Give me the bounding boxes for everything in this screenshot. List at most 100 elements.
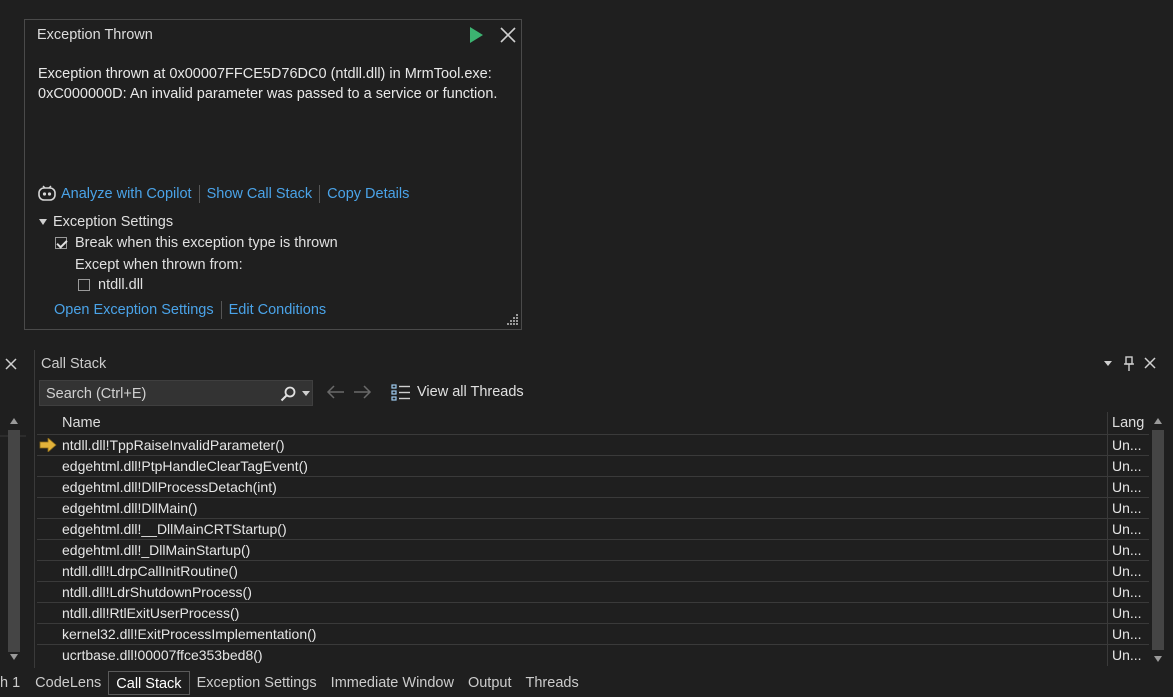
stack-frame-row[interactable]: ntdll.dll!TppRaiseInvalidParameter() Un.… bbox=[37, 434, 1149, 456]
search-input[interactable]: Search (Ctrl+E) bbox=[46, 386, 146, 402]
column-header-lang[interactable]: Lang bbox=[1112, 412, 1144, 434]
bottom-tab-strip: h 1 CodeLens Call Stack Exception Settin… bbox=[0, 668, 1173, 697]
call-stack-title: Call Stack bbox=[41, 356, 107, 372]
pin-icon[interactable] bbox=[1123, 356, 1135, 372]
stack-frame-row[interactable]: kernel32.dll!ExitProcessImplementation()… bbox=[37, 623, 1149, 645]
call-stack-panel: Call Stack Search (Ctrl+E) View all Thre… bbox=[34, 350, 1166, 668]
call-stack-grid: Name Lang ntdll.dll!TppRaiseInvalidParam… bbox=[37, 412, 1149, 666]
frame-language: Un... bbox=[1112, 542, 1142, 558]
frame-language: Un... bbox=[1112, 458, 1142, 474]
stack-frame-row[interactable]: edgehtml.dll!DllProcessDetach(int) Un... bbox=[37, 476, 1149, 498]
frame-name: edgehtml.dll!_DllMainStartup() bbox=[62, 542, 251, 558]
arrow-left-icon[interactable] bbox=[325, 384, 347, 400]
threads-icon bbox=[391, 384, 410, 401]
frame-language: Un... bbox=[1112, 647, 1142, 663]
frame-name: ucrtbase.dll!00007ffce353bed8() bbox=[62, 647, 263, 663]
continue-icon[interactable] bbox=[468, 26, 484, 44]
vertical-scrollbar[interactable] bbox=[1151, 414, 1165, 666]
frame-language: Un... bbox=[1112, 563, 1142, 579]
copy-details-link[interactable]: Copy Details bbox=[327, 186, 409, 202]
tab-fragment[interactable]: h 1 bbox=[0, 671, 28, 695]
show-call-stack-link[interactable]: Show Call Stack bbox=[207, 186, 313, 202]
analyze-with-copilot-link[interactable]: Analyze with Copilot bbox=[61, 186, 192, 202]
current-frame-arrow-icon bbox=[39, 438, 57, 452]
edit-conditions-link[interactable]: Edit Conditions bbox=[229, 302, 327, 318]
view-all-threads-label: View all Threads bbox=[417, 384, 524, 400]
tab-exception-settings[interactable]: Exception Settings bbox=[190, 671, 324, 695]
search-box[interactable]: Search (Ctrl+E) bbox=[39, 380, 313, 406]
divider bbox=[220, 301, 222, 319]
window-options-chevron-icon[interactable] bbox=[1103, 360, 1113, 368]
exception-message-line1: Exception thrown at 0x00007FFCE5D76DC0 (… bbox=[38, 66, 492, 82]
break-when-thrown-option[interactable]: Break when this exception type is thrown bbox=[55, 235, 338, 251]
tab-output[interactable]: Output bbox=[461, 671, 519, 695]
left-panel-close-icon[interactable] bbox=[4, 357, 18, 371]
column-divider bbox=[1107, 498, 1108, 519]
open-exception-settings-link[interactable]: Open Exception Settings bbox=[54, 302, 214, 318]
frame-name: edgehtml.dll!DllMain() bbox=[62, 500, 198, 516]
frame-language: Un... bbox=[1112, 521, 1142, 537]
stack-frame-row[interactable]: edgehtml.dll!_DllMainStartup() Un... bbox=[37, 539, 1149, 561]
column-header-name[interactable]: Name bbox=[62, 412, 101, 434]
exception-message: Exception thrown at 0x00007FFCE5D76DC0 (… bbox=[38, 64, 497, 104]
frame-name: edgehtml.dll!PtpHandleClearTagEvent() bbox=[62, 458, 308, 474]
column-divider bbox=[1107, 435, 1108, 456]
exception-message-line2: 0xC000000D: An invalid parameter was pas… bbox=[38, 86, 498, 102]
search-icon[interactable] bbox=[280, 386, 296, 402]
frame-language: Un... bbox=[1112, 605, 1142, 621]
frame-name: ntdll.dll!LdrpCallInitRoutine() bbox=[62, 563, 238, 579]
break-when-thrown-checkbox[interactable] bbox=[55, 237, 67, 250]
left-panel-scrollbar[interactable] bbox=[0, 410, 26, 666]
close-icon[interactable] bbox=[1143, 356, 1157, 370]
divider bbox=[319, 185, 321, 203]
column-divider bbox=[1107, 624, 1108, 645]
frame-name: edgehtml.dll!__DllMainCRTStartup() bbox=[62, 521, 287, 537]
exception-popup: Exception Thrown Exception thrown at 0x0… bbox=[24, 19, 522, 330]
copilot-icon bbox=[38, 185, 56, 201]
exception-settings-toggle[interactable]: Exception Settings bbox=[39, 214, 173, 230]
frame-language: Un... bbox=[1112, 584, 1142, 600]
exception-title: Exception Thrown bbox=[37, 27, 153, 43]
tab-threads[interactable]: Threads bbox=[519, 671, 586, 695]
stack-frame-row[interactable]: edgehtml.dll!DllMain() Un... bbox=[37, 497, 1149, 519]
stack-frame-row[interactable]: edgehtml.dll!PtpHandleClearTagEvent() Un… bbox=[37, 455, 1149, 477]
frame-name: ntdll.dll!RtlExitUserProcess() bbox=[62, 605, 240, 621]
exception-settings-links: Open Exception Settings Edit Conditions bbox=[54, 301, 326, 319]
stack-frame-row[interactable]: ntdll.dll!RtlExitUserProcess() Un... bbox=[37, 602, 1149, 624]
view-all-threads-button[interactable]: View all Threads bbox=[391, 383, 524, 401]
stack-frame-row[interactable]: ntdll.dll!LdrpCallInitRoutine() Un... bbox=[37, 560, 1149, 582]
column-divider bbox=[1107, 582, 1108, 603]
frame-language: Un... bbox=[1112, 479, 1142, 495]
stack-frame-row[interactable]: ntdll.dll!LdrShutdownProcess() Un... bbox=[37, 581, 1149, 603]
except-when-thrown-label: Except when thrown from: bbox=[75, 257, 243, 273]
resize-grip-icon[interactable] bbox=[507, 313, 519, 325]
module-exception-option[interactable]: ntdll.dll bbox=[78, 277, 143, 293]
frame-name: kernel32.dll!ExitProcessImplementation() bbox=[62, 626, 317, 642]
tab-immediate-window[interactable]: Immediate Window bbox=[324, 671, 461, 695]
column-divider bbox=[1107, 645, 1108, 666]
frame-language: Un... bbox=[1112, 500, 1142, 516]
divider bbox=[198, 185, 200, 203]
collapse-triangle-icon bbox=[39, 219, 47, 226]
exception-actions: Analyze with Copilot Show Call Stack Cop… bbox=[37, 185, 409, 203]
close-icon[interactable] bbox=[498, 25, 518, 45]
arrow-right-icon[interactable] bbox=[351, 384, 373, 400]
stack-frame-row[interactable]: ucrtbase.dll!00007ffce353bed8() Un... bbox=[37, 644, 1149, 666]
column-divider bbox=[1107, 561, 1108, 582]
tab-call-stack[interactable]: Call Stack bbox=[108, 670, 190, 695]
module-label: ntdll.dll bbox=[98, 277, 144, 293]
module-checkbox[interactable] bbox=[78, 279, 90, 292]
break-when-thrown-label: Break when this exception type is thrown bbox=[75, 235, 338, 251]
frame-name: ntdll.dll!TppRaiseInvalidParameter() bbox=[62, 437, 285, 453]
search-options-chevron-icon[interactable] bbox=[302, 391, 310, 396]
column-divider bbox=[1107, 456, 1108, 477]
column-divider[interactable] bbox=[1107, 412, 1108, 434]
frame-language: Un... bbox=[1112, 437, 1142, 453]
column-divider bbox=[1107, 519, 1108, 540]
frame-language: Un... bbox=[1112, 626, 1142, 642]
frame-name: ntdll.dll!LdrShutdownProcess() bbox=[62, 584, 252, 600]
frame-name: edgehtml.dll!DllProcessDetach(int) bbox=[62, 479, 277, 495]
tab-codelens[interactable]: CodeLens bbox=[28, 671, 108, 695]
column-divider bbox=[1107, 540, 1108, 561]
stack-frame-row[interactable]: edgehtml.dll!__DllMainCRTStartup() Un... bbox=[37, 518, 1149, 540]
